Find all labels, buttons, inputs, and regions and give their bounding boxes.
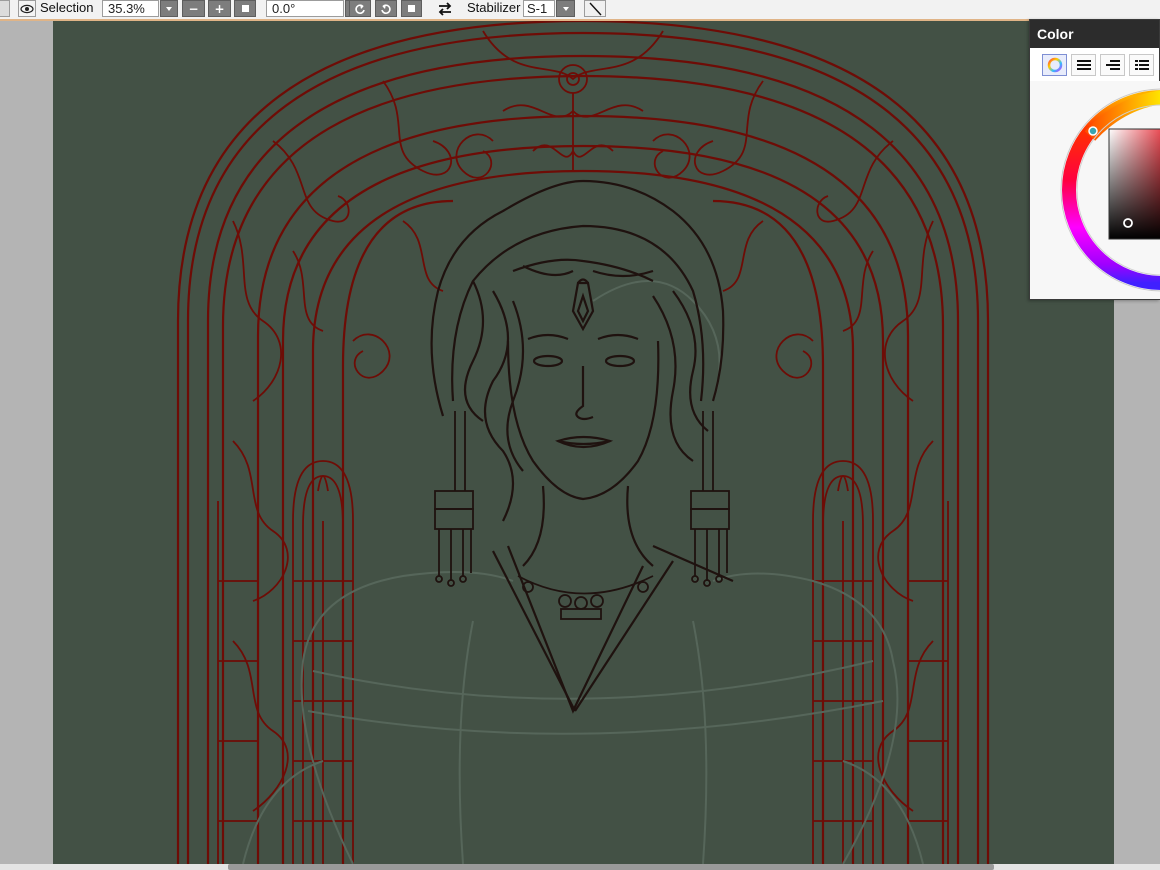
square-icon xyxy=(408,5,415,12)
hsv-sliders-tab[interactable] xyxy=(1100,54,1125,76)
rotate-left-button[interactable] xyxy=(349,0,371,17)
diagonal-line-icon xyxy=(589,2,602,15)
color-wheel[interactable] xyxy=(1030,81,1160,299)
artwork-canvas[interactable] xyxy=(53,21,1114,864)
color-wheel-icon xyxy=(1047,57,1062,73)
stabilizer-select[interactable]: S-1 xyxy=(523,0,555,17)
top-toolbar: Selection 35.3% − + 0.0° Stabilizer S-1 xyxy=(0,0,1160,21)
color-wheel-tab[interactable] xyxy=(1042,54,1067,76)
horizontal-scrollbar-thumb[interactable] xyxy=(228,864,994,870)
plus-icon: + xyxy=(214,1,225,16)
zoom-dropdown-button[interactable] xyxy=(160,0,178,17)
chevron-down-icon xyxy=(562,6,569,11)
sliders-alt-icon xyxy=(1105,60,1120,70)
flip-button[interactable] xyxy=(434,0,456,17)
color-panel-tabs xyxy=(1042,54,1154,76)
sliders-icon xyxy=(1076,60,1091,70)
chevron-down-icon xyxy=(166,6,172,11)
rgb-sliders-tab[interactable] xyxy=(1071,54,1096,76)
toolbar-partial-button[interactable] xyxy=(0,0,10,17)
rotate-right-button[interactable] xyxy=(375,0,397,17)
list-icon xyxy=(1134,60,1149,70)
selection-label: Selection xyxy=(40,0,94,15)
stabilizer-dropdown-button[interactable] xyxy=(556,0,575,17)
rotate-left-icon xyxy=(355,3,365,14)
color-panel-title: Color xyxy=(1030,20,1159,48)
artwork-lineart xyxy=(176,21,990,864)
rotation-reset-button[interactable] xyxy=(401,0,422,17)
zoom-input[interactable]: 35.3% xyxy=(102,0,159,17)
swap-arrows-icon xyxy=(438,1,452,16)
square-icon xyxy=(241,5,249,12)
zoom-reset-button[interactable] xyxy=(234,0,256,17)
necklace xyxy=(517,575,654,620)
stabilizer-label: Stabilizer xyxy=(467,0,521,15)
color-picker-area xyxy=(1030,81,1160,299)
tracery-scrollwork xyxy=(232,30,934,812)
minus-icon: − xyxy=(188,1,199,16)
arch-frame xyxy=(176,21,990,864)
line-tool-button[interactable] xyxy=(584,0,606,17)
eye-icon[interactable] xyxy=(18,0,36,17)
zoom-in-button[interactable]: + xyxy=(208,0,231,17)
zoom-out-button[interactable]: − xyxy=(182,0,205,17)
swatches-tab[interactable] xyxy=(1129,54,1154,76)
rotate-right-icon xyxy=(381,3,391,14)
figure-lineart xyxy=(430,179,734,714)
color-panel: Color xyxy=(1029,19,1160,300)
rotation-input[interactable]: 0.0° xyxy=(266,0,344,17)
hue-marker[interactable] xyxy=(1088,126,1098,136)
